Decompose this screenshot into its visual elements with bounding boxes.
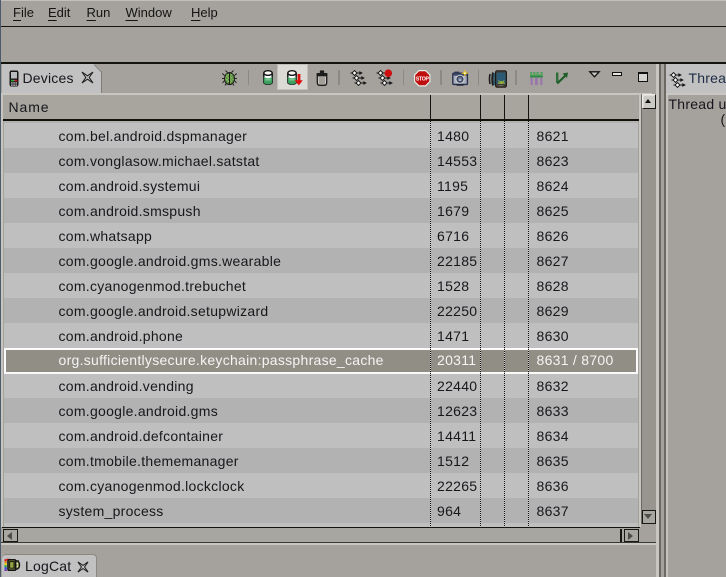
svg-text:STOP: STOP	[415, 76, 429, 82]
